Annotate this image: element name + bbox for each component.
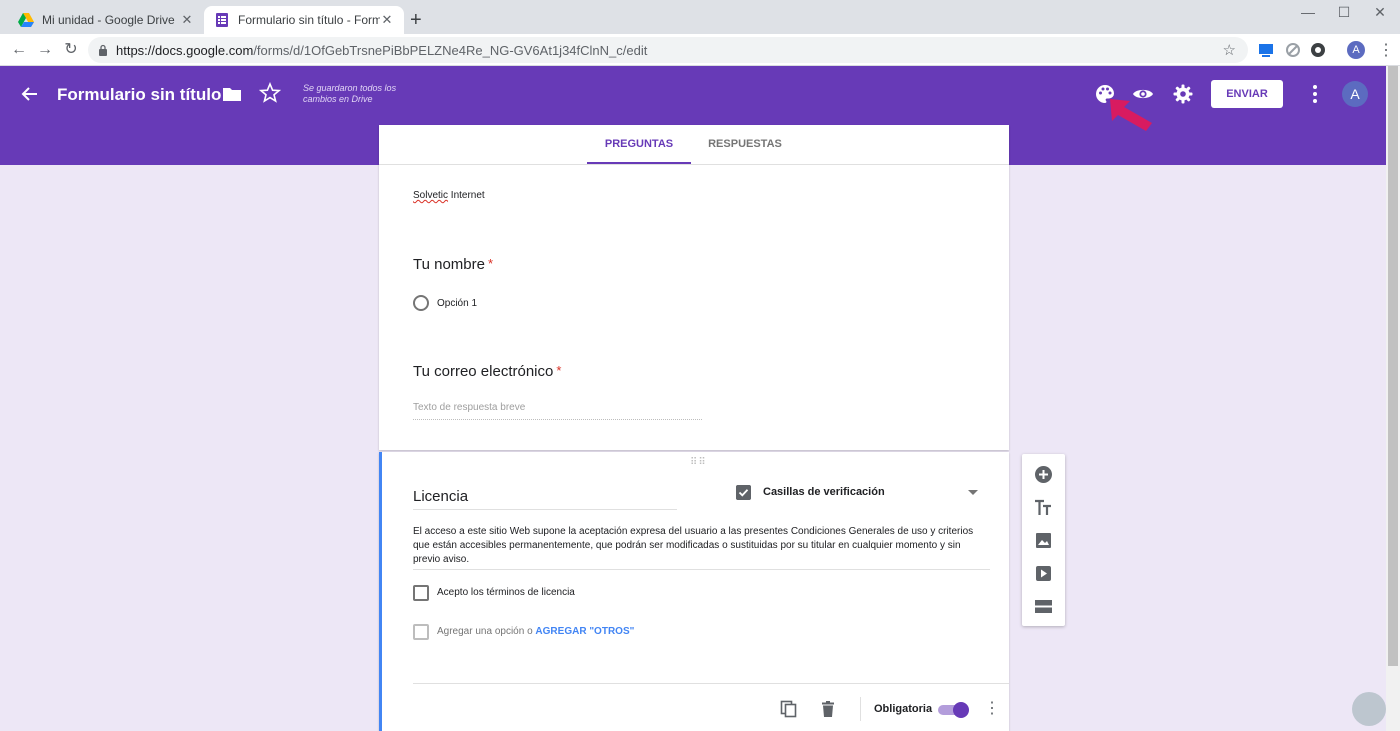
- question-title-text: Tu correo electrónico: [413, 363, 554, 380]
- add-option-checkbox: [413, 624, 429, 640]
- minimize-icon[interactable]: —: [1288, 4, 1328, 20]
- form-description[interactable]: Solvetic Internet: [413, 190, 485, 201]
- browser-tab-title: Formulario sin título - Formulario: [238, 13, 380, 27]
- back-nav-icon[interactable]: ←: [8, 39, 30, 61]
- footer-divider: [860, 697, 861, 721]
- star-icon[interactable]: [259, 82, 281, 104]
- browser-tab-forms[interactable]: Formulario sin título - Formulario ✕: [204, 6, 404, 34]
- checkbox-type-icon: [736, 485, 751, 500]
- folder-icon[interactable]: [221, 83, 243, 105]
- browser-tab-drive[interactable]: Mi unidad - Google Drive ✕: [8, 6, 204, 34]
- required-toggle[interactable]: [938, 702, 969, 718]
- profile-avatar-small[interactable]: A: [1347, 41, 1365, 59]
- question-type-select[interactable]: Casillas de verificación: [736, 484, 978, 506]
- tab-respuestas[interactable]: RESPUESTAS: [697, 125, 793, 164]
- form-title[interactable]: Formulario sin título: [57, 85, 221, 105]
- form-tabs: PREGUNTAS RESPUESTAS: [379, 125, 1009, 165]
- extension-block-icon[interactable]: [1284, 41, 1302, 59]
- add-option-row: Agregar una opción o AGREGAR "OTROS": [437, 626, 634, 637]
- question-more-icon[interactable]: ⋮: [984, 698, 1000, 718]
- page-scrollbar[interactable]: [1386, 66, 1400, 731]
- browser-tab-title: Mi unidad - Google Drive: [42, 13, 175, 27]
- url-path: /forms/d/1OfGebTrsnePiBbPELZNe4Re_NG-GV6…: [253, 42, 648, 58]
- toggle-knob: [953, 702, 969, 718]
- question-title-email[interactable]: Tu correo electrónico *: [413, 363, 561, 380]
- close-tab-icon[interactable]: ✕: [180, 12, 194, 28]
- question-description[interactable]: El acceso a este sitio Web supone la ace…: [413, 525, 990, 570]
- add-option-link[interactable]: Agregar una opción: [437, 626, 524, 637]
- required-asterisk: *: [487, 256, 494, 271]
- option-label-input[interactable]: Acepto los términos de licencia: [437, 587, 575, 598]
- browser-tab-strip: Mi unidad - Google Drive ✕ Formulario si…: [0, 0, 1400, 34]
- question-title-name[interactable]: Tu nombre *: [413, 256, 493, 273]
- close-window-icon[interactable]: ✕: [1360, 4, 1400, 21]
- url-host: https://docs.google.com: [116, 42, 254, 58]
- description-word: Solvetic: [413, 190, 449, 201]
- add-question-icon[interactable]: [1034, 465, 1053, 484]
- close-tab-icon[interactable]: ✕: [380, 12, 394, 28]
- back-arrow-icon[interactable]: [20, 84, 40, 104]
- address-bar[interactable]: https://docs.google.com/forms/d/1OfGebTr…: [88, 37, 1248, 63]
- scrollbar-thumb[interactable]: [1388, 66, 1398, 666]
- watermark-logo: [1352, 692, 1386, 726]
- option-checkbox: [413, 585, 429, 601]
- forward-nav-icon[interactable]: →: [34, 39, 56, 61]
- radio-button: [413, 295, 429, 311]
- add-other-link[interactable]: AGREGAR "OTROS": [535, 626, 634, 637]
- add-video-icon[interactable]: [1034, 564, 1053, 583]
- bookmark-star-icon[interactable]: ☆: [1223, 41, 1236, 59]
- dropdown-caret-icon: [968, 490, 978, 495]
- saved-status: Se guardaron todos los cambios en Drive: [303, 83, 397, 104]
- side-toolbar: [1022, 454, 1065, 626]
- short-answer-placeholder: Texto de respuesta breve: [413, 402, 702, 420]
- active-question-card[interactable]: ⠿⠿ Licencia Casillas de verificación El …: [379, 452, 1009, 731]
- extension-circle-icon[interactable]: [1309, 41, 1327, 59]
- browser-toolbar: ← → ↻ https://docs.google.com/forms/d/1O…: [0, 34, 1400, 66]
- question-title-input[interactable]: Licencia: [413, 488, 677, 510]
- required-asterisk: *: [556, 363, 562, 378]
- question-footer-divider: [413, 683, 1009, 684]
- duplicate-icon[interactable]: [780, 700, 798, 718]
- lock-icon: [99, 44, 107, 56]
- more-options-icon[interactable]: [1304, 83, 1326, 105]
- reload-icon[interactable]: ↻: [60, 39, 82, 61]
- add-image-icon[interactable]: [1034, 531, 1053, 550]
- drag-handle-icon[interactable]: ⠿⠿: [690, 457, 707, 468]
- google-drive-icon: [18, 13, 34, 27]
- question-title-text: Tu nombre: [413, 256, 485, 273]
- question-type-label: Casillas de verificación: [763, 486, 885, 498]
- send-button[interactable]: ENVIAR: [1211, 80, 1283, 108]
- delete-trash-icon[interactable]: [819, 700, 837, 718]
- browser-menu-icon[interactable]: ⋮: [1378, 40, 1394, 60]
- add-title-icon[interactable]: [1034, 498, 1053, 517]
- required-label: Obligatoria: [874, 703, 933, 715]
- form-card: PREGUNTAS RESPUESTAS Solvetic Internet T…: [379, 125, 1009, 450]
- google-forms-icon: [216, 13, 228, 27]
- add-section-icon[interactable]: [1034, 597, 1053, 616]
- annotation-arrow-icon: [1110, 99, 1152, 131]
- account-avatar[interactable]: A: [1342, 81, 1368, 107]
- tab-preguntas[interactable]: PREGUNTAS: [587, 125, 691, 164]
- or-separator: o: [527, 626, 533, 637]
- description-word: Internet: [450, 190, 485, 201]
- settings-gear-icon[interactable]: [1172, 83, 1194, 105]
- new-tab-icon[interactable]: +: [410, 9, 422, 31]
- extension-screen-icon[interactable]: [1257, 41, 1275, 59]
- option-label: Opción 1: [437, 298, 478, 309]
- maximize-icon[interactable]: ☐: [1324, 4, 1364, 21]
